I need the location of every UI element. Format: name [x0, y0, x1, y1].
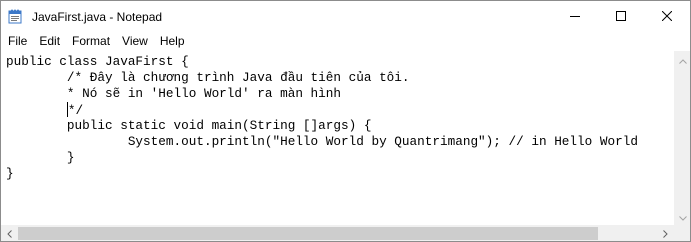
menu-bar: File Edit Format View Help: [1, 32, 690, 51]
maximize-icon: [616, 8, 626, 26]
close-button[interactable]: [644, 1, 690, 32]
maximize-button[interactable]: [598, 1, 644, 32]
editor-content[interactable]: public class JavaFirst { /* Đây là chươn…: [1, 51, 674, 182]
code-line: System.out.println("Hello World by Quant…: [6, 134, 638, 149]
scroll-left-button[interactable]: [1, 225, 18, 242]
menu-view[interactable]: View: [116, 32, 154, 51]
code-line: public class JavaFirst {: [6, 54, 189, 69]
chevron-up-icon: [678, 51, 687, 69]
chevron-down-icon: [678, 208, 687, 226]
text-editor[interactable]: public class JavaFirst { /* Đây là chươn…: [1, 51, 674, 225]
minimize-icon: [570, 8, 580, 26]
code-line: public static void main(String []args) {: [6, 118, 372, 133]
code-line-with-caret: */: [6, 102, 674, 118]
menu-file[interactable]: File: [1, 32, 33, 51]
close-icon: [661, 8, 673, 26]
size-grip[interactable]: [674, 225, 690, 241]
code-line-text: */: [67, 103, 84, 118]
window-title: JavaFirst.java - Notepad: [32, 10, 163, 24]
vertical-scrollbar[interactable]: [674, 51, 690, 226]
scroll-right-button[interactable]: [657, 225, 674, 242]
scroll-down-button[interactable]: [674, 208, 690, 226]
horizontal-scroll-thumb[interactable]: [18, 227, 598, 240]
menu-edit[interactable]: Edit: [33, 32, 66, 51]
code-line: /* Đây là chương trình Java đầu tiên của…: [6, 70, 410, 85]
menu-format[interactable]: Format: [66, 32, 116, 51]
code-line: }: [6, 166, 14, 181]
title-bar[interactable]: JavaFirst.java - Notepad: [1, 1, 690, 32]
notepad-icon[interactable]: [8, 9, 22, 24]
code-line: }: [6, 150, 75, 165]
minimize-button[interactable]: [552, 1, 598, 32]
scroll-up-button[interactable]: [674, 51, 690, 69]
notepad-window: JavaFirst.java - Notepad File Edit Forma…: [0, 0, 691, 242]
chevron-right-icon: [663, 225, 668, 242]
code-line: * Nó sẽ in 'Hello World' ra màn hình: [6, 86, 342, 101]
menu-help[interactable]: Help: [154, 32, 191, 51]
horizontal-scrollbar[interactable]: [1, 225, 674, 242]
chevron-left-icon: [7, 225, 12, 242]
